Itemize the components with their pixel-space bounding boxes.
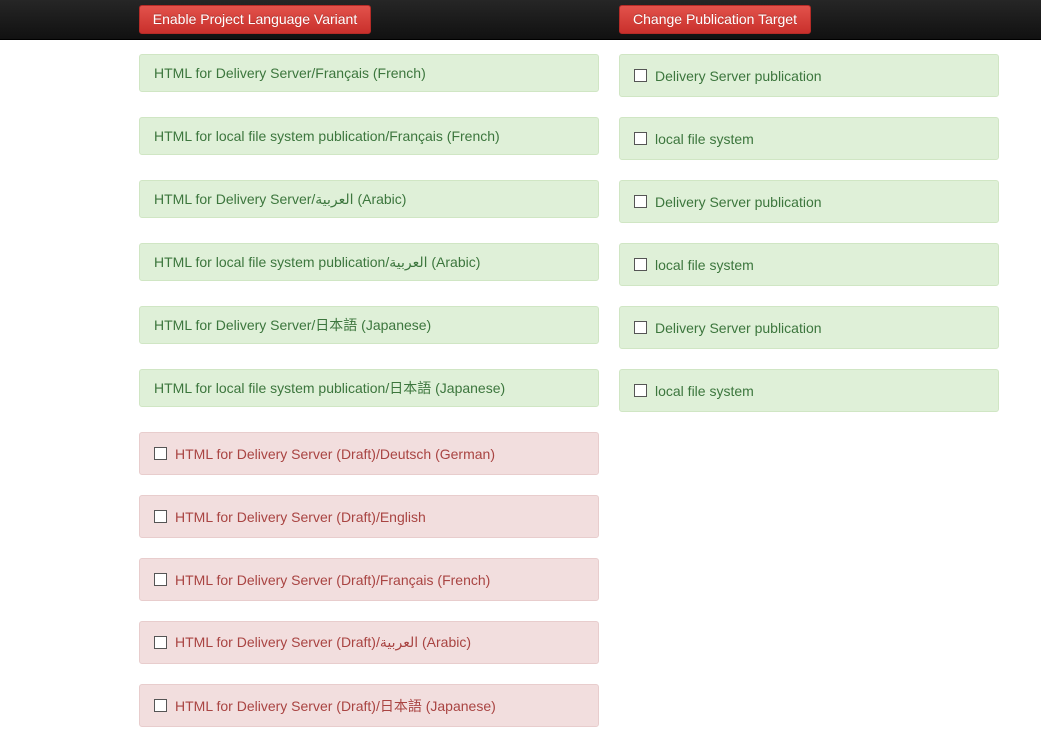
variant-label: HTML for Delivery Server (Draft)/Françai… (175, 571, 491, 588)
variant-label: HTML for Delivery Server (Draft)/日本語 (Ja… (175, 697, 496, 714)
target-label: local file system (655, 130, 754, 147)
target-label: Delivery Server publication (655, 67, 822, 84)
variant-label: HTML for local file system publication/ا… (154, 253, 481, 270)
target-item[interactable]: local file system (619, 243, 999, 286)
variant-label: HTML for Delivery Server (Draft)/English (175, 508, 426, 525)
target-checkbox[interactable] (634, 132, 647, 145)
target-label: local file system (655, 256, 754, 273)
target-item[interactable]: Delivery Server publication (619, 54, 999, 97)
variant-label: HTML for Delivery Server (Draft)/العربية… (175, 634, 472, 650)
variant-checkbox[interactable] (154, 573, 167, 586)
variant-label: HTML for Delivery Server/العربية (Arabic… (154, 190, 407, 207)
target-item[interactable]: local file system (619, 117, 999, 160)
target-label: local file system (655, 382, 754, 399)
target-checkbox[interactable] (634, 258, 647, 271)
target-label: Delivery Server publication (655, 193, 822, 210)
draft-variant-item[interactable]: HTML for Delivery Server (Draft)/Françai… (139, 558, 599, 601)
draft-variant-item[interactable]: HTML for Delivery Server (Draft)/日本語 (Ja… (139, 684, 599, 727)
variant-checkbox[interactable] (154, 447, 167, 460)
variant-item: HTML for Delivery Server/Français (Frenc… (139, 54, 599, 92)
target-checkbox[interactable] (634, 384, 647, 397)
target-checkbox[interactable] (634, 321, 647, 334)
target-item[interactable]: local file system (619, 369, 999, 412)
variant-label: HTML for Delivery Server/Français (Frenc… (154, 65, 426, 81)
publication-target-list: Delivery Server publication local file s… (619, 54, 999, 432)
variant-item: HTML for local file system publication/ا… (139, 243, 599, 281)
target-label: Delivery Server publication (655, 319, 822, 336)
variant-label: HTML for Delivery Server/日本語 (Japanese) (154, 317, 432, 333)
variant-item: HTML for Delivery Server/日本語 (Japanese) (139, 306, 599, 344)
draft-variant-item[interactable]: HTML for Delivery Server (Draft)/Deutsch… (139, 432, 599, 475)
variant-label: HTML for Delivery Server (Draft)/Deutsch… (175, 445, 495, 462)
draft-variant-item[interactable]: HTML for Delivery Server (Draft)/العربية… (139, 621, 599, 664)
variant-checkbox[interactable] (154, 510, 167, 523)
variant-checkbox[interactable] (154, 636, 167, 649)
target-item[interactable]: Delivery Server publication (619, 180, 999, 223)
enable-language-variant-button[interactable]: Enable Project Language Variant (139, 5, 371, 34)
variant-label: HTML for local file system publication/F… (154, 128, 500, 144)
top-toolbar: Enable Project Language Variant Change P… (0, 0, 1041, 40)
variant-item: HTML for local file system publication/日… (139, 369, 599, 407)
target-checkbox[interactable] (634, 195, 647, 208)
variant-checkbox[interactable] (154, 699, 167, 712)
change-publication-target-button[interactable]: Change Publication Target (619, 5, 811, 34)
variant-label: HTML for local file system publication/日… (154, 380, 506, 396)
target-checkbox[interactable] (634, 69, 647, 82)
variant-item: HTML for local file system publication/F… (139, 117, 599, 155)
target-item[interactable]: Delivery Server publication (619, 306, 999, 349)
variant-item: HTML for Delivery Server/العربية (Arabic… (139, 180, 599, 218)
language-variant-list: HTML for Delivery Server/Français (Frenc… (139, 54, 599, 747)
draft-variant-item[interactable]: HTML for Delivery Server (Draft)/English (139, 495, 599, 538)
